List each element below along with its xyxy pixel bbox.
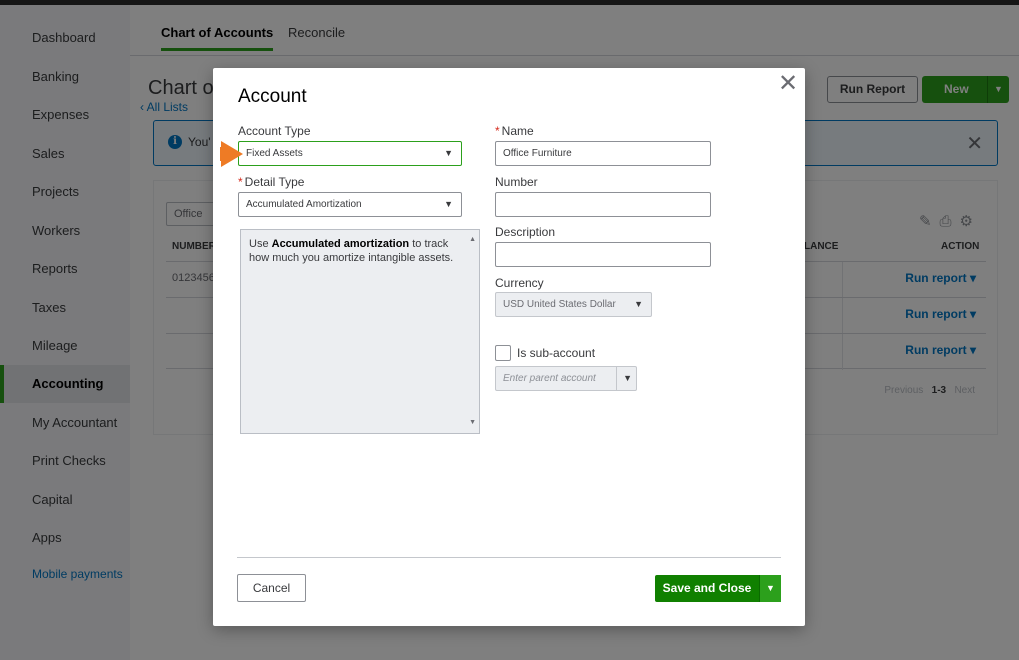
chevron-down-icon[interactable]: ▼: [616, 367, 632, 390]
currency-value[interactable]: USD United States Dollar: [503, 299, 616, 310]
sub-account-label[interactable]: Is sub-account: [517, 346, 595, 360]
account-dialog: Account ✕ Account Type Fixed Assets ▼ * D…: [213, 68, 805, 626]
account-type-value[interactable]: Fixed Assets: [246, 148, 303, 159]
detail-type-label: * Detail Type: [238, 175, 304, 189]
chevron-down-icon[interactable]: ▼: [634, 293, 643, 316]
save-and-close-label[interactable]: Save and Close: [655, 575, 759, 602]
currency-select[interactable]: USD United States Dollar ▼: [495, 292, 652, 317]
required-icon: *: [238, 175, 243, 189]
description-label: Description: [495, 225, 556, 239]
parent-account-placeholder[interactable]: Enter parent account: [503, 373, 596, 384]
name-input[interactable]: Office Furniture: [495, 141, 711, 166]
description-pre: Use: [249, 238, 272, 250]
chevron-down-icon[interactable]: ▼: [759, 575, 781, 602]
name-label: * Name: [495, 124, 534, 138]
account-type-label: Account Type: [238, 124, 311, 138]
scroll-up-icon[interactable]: ▲: [469, 233, 476, 247]
scroll-down-icon[interactable]: ▼: [469, 416, 476, 430]
description-bold: Accumulated amortization: [271, 238, 410, 250]
detail-type-value[interactable]: Accumulated Amortization: [246, 199, 362, 210]
currency-label: Currency: [495, 276, 544, 290]
chevron-down-icon[interactable]: ▼: [444, 142, 453, 165]
dialog-title: Account: [238, 86, 307, 107]
dialog-footer-divider: [237, 557, 781, 558]
number-label: Number: [495, 175, 538, 189]
detail-type-select[interactable]: Accumulated Amortization ▼: [238, 192, 462, 217]
parent-account-select[interactable]: Enter parent account ▼: [495, 366, 637, 391]
name-label-text: Name: [501, 124, 534, 138]
close-icon[interactable]: ✕: [778, 72, 798, 96]
description-input[interactable]: [495, 242, 711, 267]
detail-type-description: Use Accumulated amortization to track ho…: [240, 229, 480, 434]
required-icon: *: [495, 124, 500, 138]
sub-account-checkbox[interactable]: [495, 345, 511, 361]
number-input[interactable]: [495, 192, 711, 217]
save-and-close-button[interactable]: Save and Close ▼: [655, 575, 781, 602]
account-type-select[interactable]: Fixed Assets ▼: [238, 141, 462, 166]
detail-type-label-text: Detail Type: [244, 175, 305, 189]
pointer-arrow-icon: [221, 141, 243, 167]
cancel-button[interactable]: Cancel: [237, 574, 306, 602]
chevron-down-icon[interactable]: ▼: [444, 193, 453, 216]
